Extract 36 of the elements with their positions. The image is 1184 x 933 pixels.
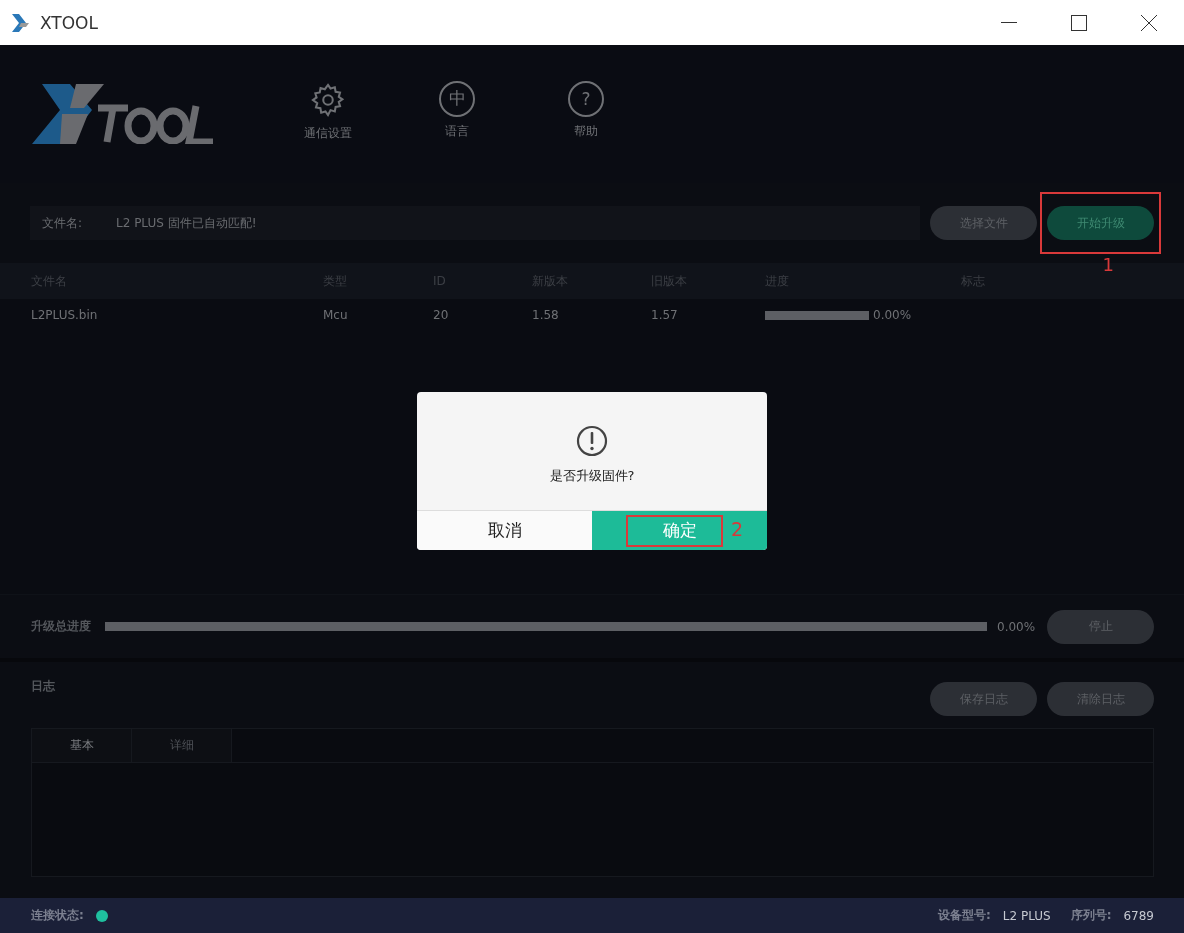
cancel-button[interactable]: 取消 [417,511,592,550]
table-cell-text: 1.57 [651,308,679,322]
file-name-field[interactable]: 文件名: L2 PLUS 固件已自动匹配! [30,206,920,240]
progress-reading: 0.00% [873,308,912,322]
table-cell-text: 20 [433,308,450,322]
app-logo-icon [12,13,32,32]
file-name-label: 文件名: [42,214,84,232]
total-progress-label: 升级总进度 [31,618,91,635]
maximize-icon [1071,14,1087,31]
toolbar-button[interactable]: ? 帮助 [546,80,626,142]
model-label: 设备型号: [937,907,991,924]
callout-number: 2 [731,518,744,540]
serial-label: 序列号: [1070,907,1112,924]
confirm-button[interactable]: 确定 2 [592,511,767,550]
table-cell-text: L2PLUS.bin [31,308,99,322]
log-tab[interactable]: 详细 [132,729,232,762]
language-icon: 中 [439,80,475,117]
help-icon: ? [568,80,604,117]
log-title: 日志 [31,678,56,695]
dialog-message: 是否升级固件? [549,467,635,485]
serial-value: 6789 [1123,908,1154,923]
minimize-icon [1001,21,1017,24]
toolbar-button[interactable]: 通信设置 [288,80,368,142]
window-title: XTOOL [40,12,99,33]
start-upgrade-button[interactable]: 开始升级 [1047,206,1154,240]
log-tab[interactable]: 基本 [32,729,132,762]
callout-number: 1 [1102,256,1114,274]
table-cell-text: 1.58 [532,308,560,322]
close-icon [1141,14,1157,31]
table-cell-text: Mcu [323,308,349,322]
file-name-value: L2 PLUS 固件已自动匹配! [116,214,257,232]
model-value: L2 PLUS [1002,908,1051,923]
toolbar-button[interactable]: 中 语言 [417,80,497,142]
connection-label: 连接状态: [31,907,84,924]
warning-icon [576,425,608,457]
total-progress-reading: 0.00% [997,619,1037,634]
